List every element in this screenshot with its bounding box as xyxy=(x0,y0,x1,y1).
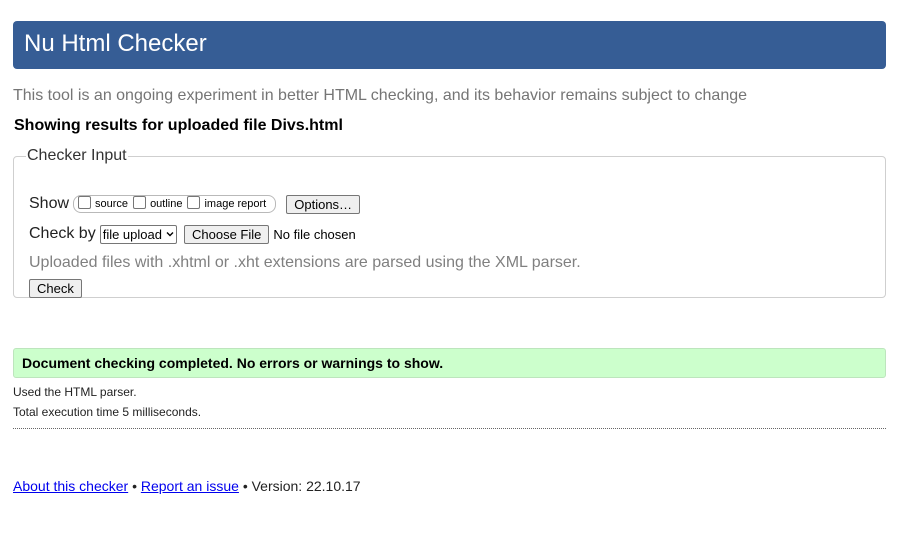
show-options-group: source outline image report xyxy=(73,192,277,213)
show-row: Show source outline image report Options… xyxy=(29,192,361,214)
checker-input-legend: Checker Input xyxy=(27,147,127,164)
check-button[interactable]: Check xyxy=(29,279,82,298)
intro-text: This tool is an ongoing experiment in be… xyxy=(13,87,748,104)
check-by-row: Check by file upload Choose File No file… xyxy=(29,224,356,244)
show-label: Show xyxy=(29,195,70,212)
show-source-label: source xyxy=(95,198,129,210)
checkbox-icon[interactable] xyxy=(78,195,92,209)
about-link[interactable]: About this checker xyxy=(13,478,128,494)
footer: About this checker • Report an issue • V… xyxy=(13,478,361,495)
footer-separator: • xyxy=(132,478,137,494)
report-issue-link[interactable]: Report an issue xyxy=(141,478,239,494)
success-message-box: Document checking completed. No errors o… xyxy=(13,348,886,378)
version-text: Version: 22.10.17 xyxy=(251,478,361,494)
show-outline-checkbox[interactable]: outline xyxy=(133,192,182,210)
check-by-label: Check by xyxy=(29,225,96,242)
page-title: Nu Html Checker xyxy=(24,30,207,57)
choose-file-button[interactable]: Choose File xyxy=(183,224,270,244)
chevron-down-icon xyxy=(166,232,174,237)
checkbox-icon[interactable] xyxy=(133,195,147,209)
no-file-text: No file chosen xyxy=(273,226,356,242)
xml-parser-note: Uploaded files with .xhtml or .xht exten… xyxy=(29,254,581,271)
success-message: Document checking completed. No errors o… xyxy=(22,355,444,371)
show-source-checkbox[interactable]: source xyxy=(78,192,128,210)
checkbox-icon[interactable] xyxy=(187,195,201,209)
execution-time: Total execution time 5 milliseconds. xyxy=(13,405,202,419)
check-by-selected-value: file upload xyxy=(102,226,162,242)
parser-info: Used the HTML parser. xyxy=(13,385,137,399)
results-heading: Showing results for uploaded file Divs.h… xyxy=(14,117,343,134)
show-image-report-checkbox[interactable]: image report xyxy=(187,192,266,210)
footer-separator: • xyxy=(242,478,248,494)
show-image-report-label: image report xyxy=(204,198,267,210)
options-button[interactable]: Options… xyxy=(286,194,361,214)
check-row: Check xyxy=(29,279,82,298)
check-by-select[interactable]: file upload xyxy=(99,224,177,244)
divider xyxy=(13,428,886,429)
app-header: Nu Html Checker xyxy=(13,21,886,69)
checker-input-fieldset: Checker Input Show source outline image … xyxy=(13,147,886,298)
show-outline-label: outline xyxy=(150,198,183,210)
